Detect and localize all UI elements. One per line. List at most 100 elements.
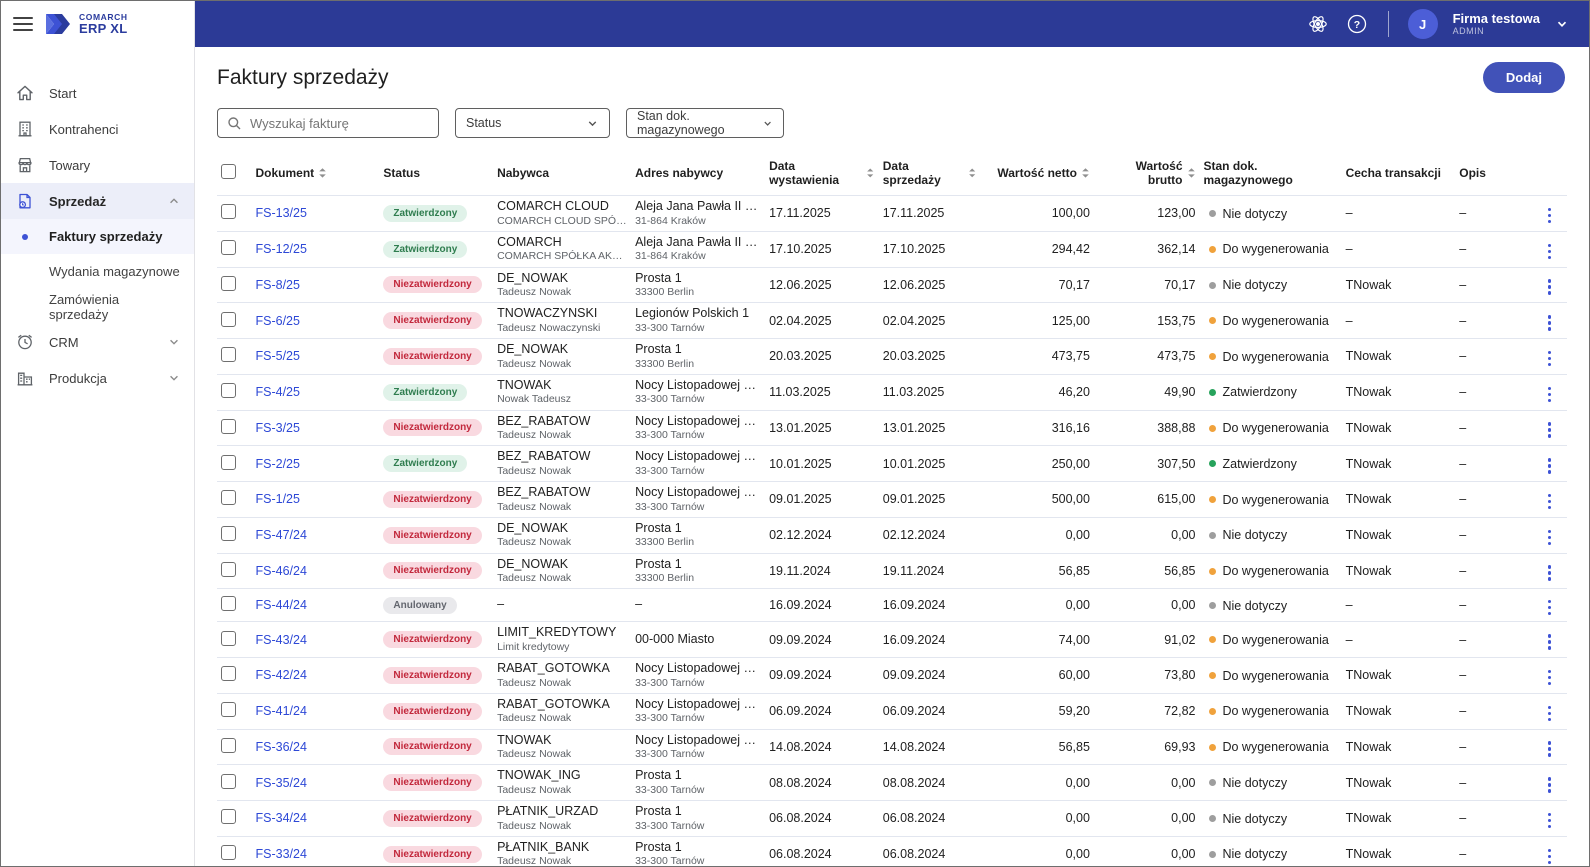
sidebar-item-kontrahenci[interactable]: Kontrahenci xyxy=(1,111,194,147)
status-dot-icon xyxy=(1209,567,1217,575)
status-badge: Niezatwierdzony xyxy=(383,526,482,544)
document-link[interactable]: FS-2/25 xyxy=(256,457,300,471)
row-menu-button[interactable] xyxy=(1542,205,1558,227)
sidebar-item-wydania-magazynowe[interactable]: Wydania magazynowe xyxy=(1,254,194,289)
logo-arrow-icon xyxy=(46,14,70,34)
sidebar-item-faktury-sprzedazy[interactable]: Faktury sprzedaży xyxy=(1,219,194,254)
row-checkbox[interactable] xyxy=(221,383,236,399)
row-menu-button[interactable] xyxy=(1542,810,1558,832)
status-dot-icon xyxy=(1209,636,1217,644)
row-checkbox[interactable] xyxy=(221,347,236,363)
gross-value-cell: 0,00 xyxy=(1093,764,1200,801)
document-link[interactable]: FS-47/24 xyxy=(256,528,307,542)
row-checkbox[interactable] xyxy=(221,773,236,789)
column-header[interactable]: Data wystawienia xyxy=(765,152,879,196)
row-checkbox[interactable] xyxy=(221,204,236,220)
document-link[interactable]: FS-41/24 xyxy=(256,704,307,718)
document-link[interactable]: FS-35/24 xyxy=(256,776,307,790)
row-menu-button[interactable] xyxy=(1542,738,1558,760)
net-value-cell: 59,20 xyxy=(980,692,1094,729)
sidebar-item-towary[interactable]: Towary xyxy=(1,147,194,183)
row-checkbox[interactable] xyxy=(221,526,236,542)
search-field[interactable] xyxy=(217,108,439,138)
document-link[interactable]: FS-42/24 xyxy=(256,668,307,682)
table-row: FS-4/25 Zatwierdzony TNOWAK Nowak Tadeusz No… xyxy=(217,373,1567,410)
address-cell: Nocy Listopadowej 101 33-300 Tarnów xyxy=(631,692,766,729)
sidebar-item-sprzedaz[interactable]: Sprzedaż xyxy=(1,183,194,219)
row-checkbox[interactable] xyxy=(221,702,236,718)
row-checkbox[interactable] xyxy=(221,275,236,291)
document-link[interactable]: FS-1/25 xyxy=(256,492,300,506)
document-link[interactable]: FS-3/25 xyxy=(256,421,300,435)
sidebar-item-produkcja[interactable]: Produkcja xyxy=(1,360,194,396)
row-menu-button[interactable] xyxy=(1542,597,1558,619)
document-link[interactable]: FS-8/25 xyxy=(256,278,300,292)
row-checkbox[interactable] xyxy=(221,845,236,861)
row-menu-button[interactable] xyxy=(1542,455,1558,477)
row-checkbox[interactable] xyxy=(221,596,236,612)
column-header[interactable]: Data sprzedaży xyxy=(879,152,981,196)
add-invoice-button[interactable]: Dodaj xyxy=(1482,62,1565,93)
apps-orbit-icon[interactable] xyxy=(1306,12,1330,36)
table-row: FS-3/25 Niezatwierdzony BEZ_RABATOW Tadeusz… xyxy=(217,409,1567,446)
row-menu-button[interactable] xyxy=(1542,774,1558,796)
status-filter-select[interactable]: Status xyxy=(455,108,610,138)
checkbox-cell xyxy=(217,481,252,518)
row-menu-button[interactable] xyxy=(1542,846,1558,866)
row-checkbox[interactable] xyxy=(221,418,236,434)
row-checkbox[interactable] xyxy=(221,454,236,470)
row-menu-button[interactable] xyxy=(1542,348,1558,370)
sidebar-item-start[interactable]: Start xyxy=(1,75,194,111)
document-link[interactable]: FS-34/24 xyxy=(256,811,307,825)
row-menu-button[interactable] xyxy=(1542,667,1558,689)
document-link[interactable]: FS-43/24 xyxy=(256,633,307,647)
column-header[interactable]: Wartość brutto xyxy=(1094,152,1200,196)
net-value-cell: 56,85 xyxy=(980,728,1094,765)
document-link[interactable]: FS-12/25 xyxy=(256,242,307,256)
column-header[interactable]: Dokument xyxy=(252,152,380,196)
document-link[interactable]: FS-13/25 xyxy=(256,206,307,220)
row-checkbox[interactable] xyxy=(221,809,236,825)
row-menu-button[interactable] xyxy=(1542,703,1558,725)
help-icon[interactable]: ? xyxy=(1345,12,1369,36)
row-menu-button[interactable] xyxy=(1542,384,1558,406)
row-checkbox[interactable] xyxy=(221,561,236,577)
warehouse-state-label: Do wygenerowania xyxy=(1222,632,1329,647)
row-checkbox[interactable] xyxy=(221,666,236,682)
document-link[interactable]: FS-33/24 xyxy=(256,847,307,861)
chevron-down-icon xyxy=(588,120,597,126)
document-link[interactable]: FS-5/25 xyxy=(256,349,300,363)
buyer-cell: PŁATNIK_BANK Tadeusz Nowak xyxy=(493,835,632,866)
row-menu-button[interactable] xyxy=(1542,562,1558,584)
row-menu-button[interactable] xyxy=(1542,527,1558,549)
warehouse-state-filter-select[interactable]: Stan dok. magazynowego xyxy=(626,108,784,138)
issue-date-cell: 09.09.2024 xyxy=(765,657,879,694)
hamburger-menu-icon[interactable] xyxy=(13,17,33,31)
row-menu-button[interactable] xyxy=(1542,241,1558,263)
status-dot-icon xyxy=(1209,353,1217,361)
column-header[interactable]: Wartość netto xyxy=(980,152,1094,196)
document-link[interactable]: FS-44/24 xyxy=(256,598,307,612)
document-link[interactable]: FS-46/24 xyxy=(256,564,307,578)
user-menu-chevron-icon[interactable] xyxy=(1555,17,1569,31)
row-menu-button[interactable] xyxy=(1542,312,1558,334)
row-checkbox[interactable] xyxy=(221,311,236,327)
sidebar-item-crm[interactable]: CRM xyxy=(1,324,194,360)
row-menu-button[interactable] xyxy=(1542,419,1558,441)
row-menu-button[interactable] xyxy=(1542,491,1558,513)
row-menu-button[interactable] xyxy=(1542,631,1558,653)
select-all-checkbox[interactable] xyxy=(221,164,236,179)
search-input[interactable] xyxy=(250,115,429,131)
row-checkbox[interactable] xyxy=(221,240,236,256)
row-menu-button[interactable] xyxy=(1542,276,1558,298)
document-link[interactable]: FS-36/24 xyxy=(256,740,307,754)
row-checkbox[interactable] xyxy=(221,737,236,753)
row-checkbox[interactable] xyxy=(221,630,236,646)
sale-date-cell: 16.09.2024 xyxy=(878,621,981,658)
address-line: Nocy Listopadowej 101 xyxy=(635,377,762,392)
sidebar-item-zamowienia-sprzedazy[interactable]: Zamówienia sprzedaży xyxy=(1,289,194,324)
document-link[interactable]: FS-4/25 xyxy=(256,385,300,399)
row-checkbox[interactable] xyxy=(221,490,236,506)
avatar[interactable]: J xyxy=(1407,9,1438,39)
document-link[interactable]: FS-6/25 xyxy=(256,314,300,328)
